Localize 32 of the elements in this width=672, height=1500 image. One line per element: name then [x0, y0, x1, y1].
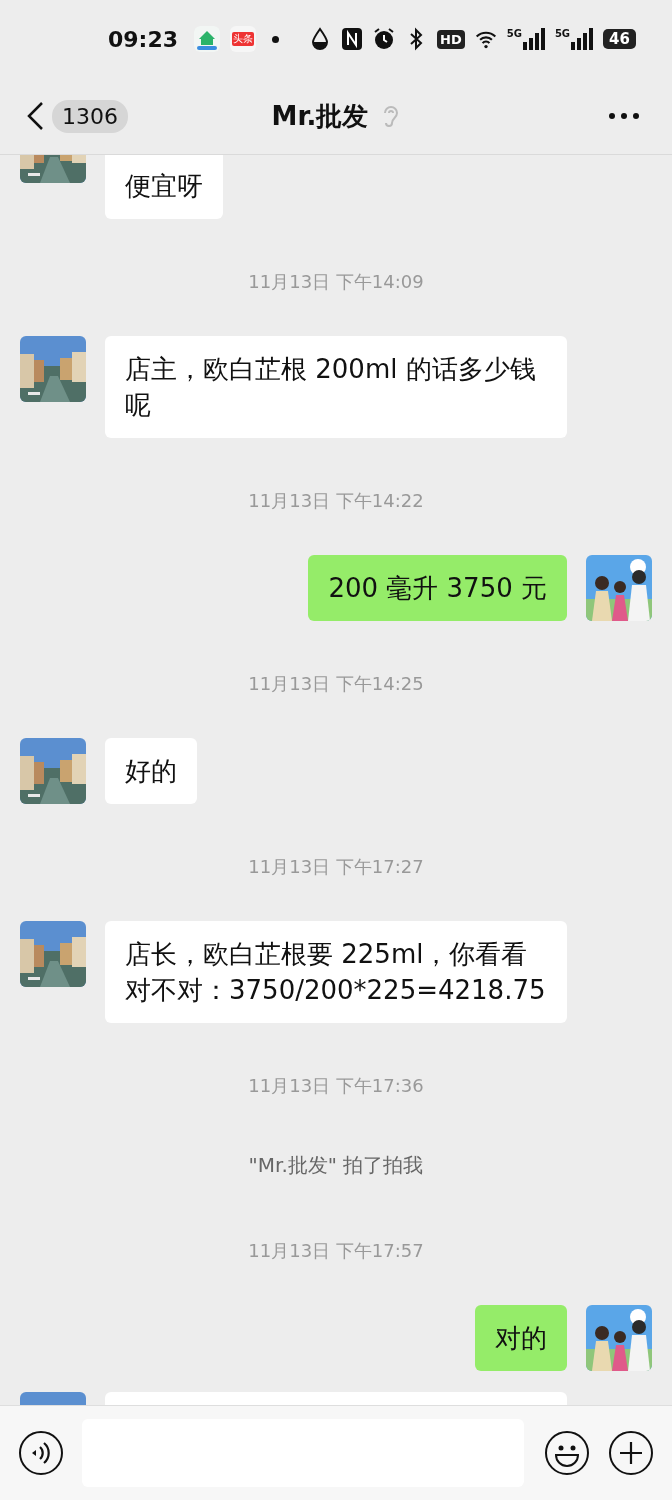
house-app-icon — [194, 26, 221, 52]
hd-indicator: HD — [437, 29, 465, 49]
message-bubble: 店长，欧白芷根要 225ml，你看看对不对：3750/200*225=4218.75 — [105, 921, 567, 1023]
notification-dot — [272, 35, 280, 43]
message-bubble: 好的 — [105, 738, 197, 804]
message-bubble: 便宜呀 — [105, 155, 223, 219]
timestamp: 11月13日 下午14:22 — [248, 489, 424, 513]
ear-icon — [382, 104, 401, 128]
clock-time: 09:23 — [108, 26, 179, 52]
signal-icon — [571, 28, 594, 50]
network-type: 5G — [506, 28, 522, 39]
news-app-icon: 头条 — [230, 26, 257, 52]
nfc-icon — [341, 27, 364, 51]
system-notice: "Mr.批发" 拍了拍我 — [248, 1153, 424, 1177]
emoji-icon[interactable] — [544, 1430, 590, 1476]
timestamp: 11月13日 下午14:25 — [248, 672, 424, 696]
timestamp: 11月13日 下午17:27 — [248, 855, 424, 879]
message-bubble: 店主，欧白芷根 200ml 的话多少钱呢 — [105, 336, 567, 438]
battery-level: 46 — [603, 29, 636, 49]
more-icon[interactable] — [608, 112, 640, 120]
chat-title: Mr.批发 — [271, 99, 369, 133]
voice-icon[interactable] — [18, 1430, 64, 1476]
timestamp: 11月13日 下午14:09 — [248, 270, 424, 294]
network-type: 5G — [554, 28, 571, 39]
plus-icon[interactable] — [608, 1430, 654, 1476]
signal-icon — [522, 28, 545, 50]
alarm-icon — [373, 27, 396, 51]
message-bubble: 对的 — [475, 1305, 567, 1371]
message-bubble: 200 毫升 3750 元 — [308, 555, 567, 621]
unread-count[interactable]: 1306 — [52, 99, 128, 133]
timestamp: 11月13日 下午17:36 — [248, 1074, 424, 1098]
timestamp: 11月13日 下午17:57 — [248, 1239, 424, 1263]
